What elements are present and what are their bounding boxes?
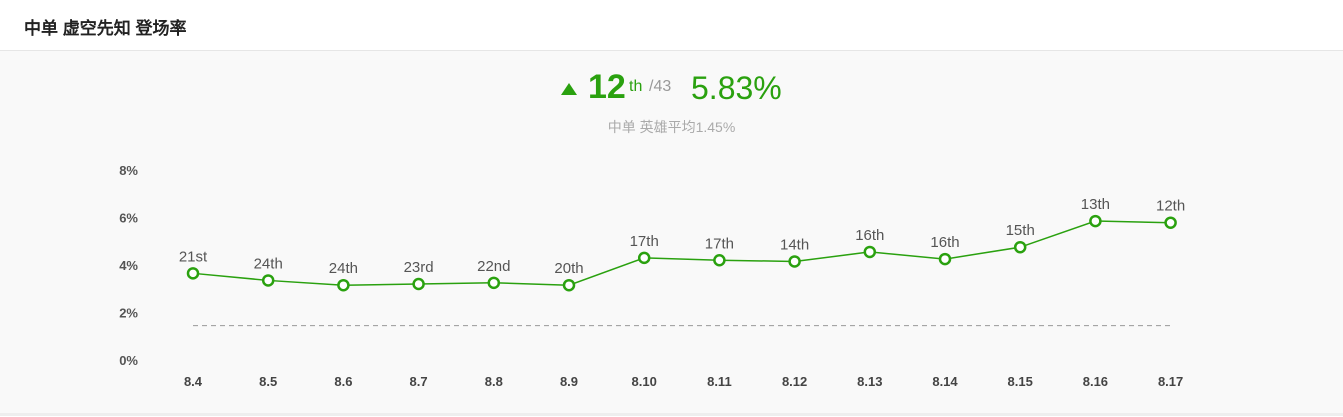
data-point [1089,214,1102,228]
x-tick-label: 8.17 [1158,374,1183,389]
x-tick-label: 8.5 [259,374,277,389]
x-tick-label: 8.16 [1083,374,1108,389]
data-label: 12th [1156,198,1185,215]
data-point [1164,216,1177,229]
header: 中单 虚空先知 登场率 [0,0,1343,51]
data-label: 17th [705,235,734,252]
x-tick-label: 8.8 [485,374,503,389]
y-tick-label: 4% [119,258,138,273]
x-tick-label: 8.15 [1008,374,1033,389]
y-tick-label: 2% [119,306,138,321]
data-label: 14th [780,236,809,253]
data-label: 24th [329,260,358,277]
data-point [938,252,952,266]
data-label: 22nd [477,258,510,275]
x-tick-label: 8.13 [857,374,882,389]
data-label: 20th [554,260,583,277]
data-label: 16th [855,227,884,244]
y-tick-label: 0% [119,353,138,368]
data-point [186,267,200,280]
chart-panel: 12 th /43 5.83% 中单 英雄平均1.45% 0% 2% 4% 6% 8% 8… [0,51,1343,416]
page-title: 中单 虚空先知 登场率 [24,19,187,38]
x-tick-label: 8.7 [410,374,428,389]
y-tick-label: 8% [119,163,138,178]
data-label: 13th [1081,196,1110,213]
data-label: 16th [930,234,959,251]
data-label: 17th [630,233,659,250]
data-label: 21st [179,248,208,265]
x-tick-label: 8.9 [560,374,578,389]
data-point [863,245,877,259]
data-label: 15th [1006,222,1035,239]
line-chart: 0% 2% 4% 6% 8% 8.4 8.5 8.6 8.7 8.8 8.9 8.10 8.11 8.12… [119,163,1185,389]
x-tick-label: 8.14 [932,374,958,389]
data-point [788,255,801,268]
data-point [337,278,350,292]
data-point [637,251,651,265]
x-tick-label: 8.6 [334,374,352,389]
data-point [713,254,726,267]
data-label: 23rd [404,259,434,276]
data-point [487,276,501,290]
x-tick-label: 8.10 [632,374,657,389]
x-tick-label: 8.11 [707,374,732,389]
data-point [412,277,425,291]
x-tick-label: 8.4 [184,374,203,389]
data-point [562,278,576,292]
data-point [1013,240,1027,254]
x-tick-label: 8.12 [782,374,807,389]
y-tick-label: 6% [119,211,138,226]
data-point [261,274,275,287]
data-label: 24th [254,255,283,272]
